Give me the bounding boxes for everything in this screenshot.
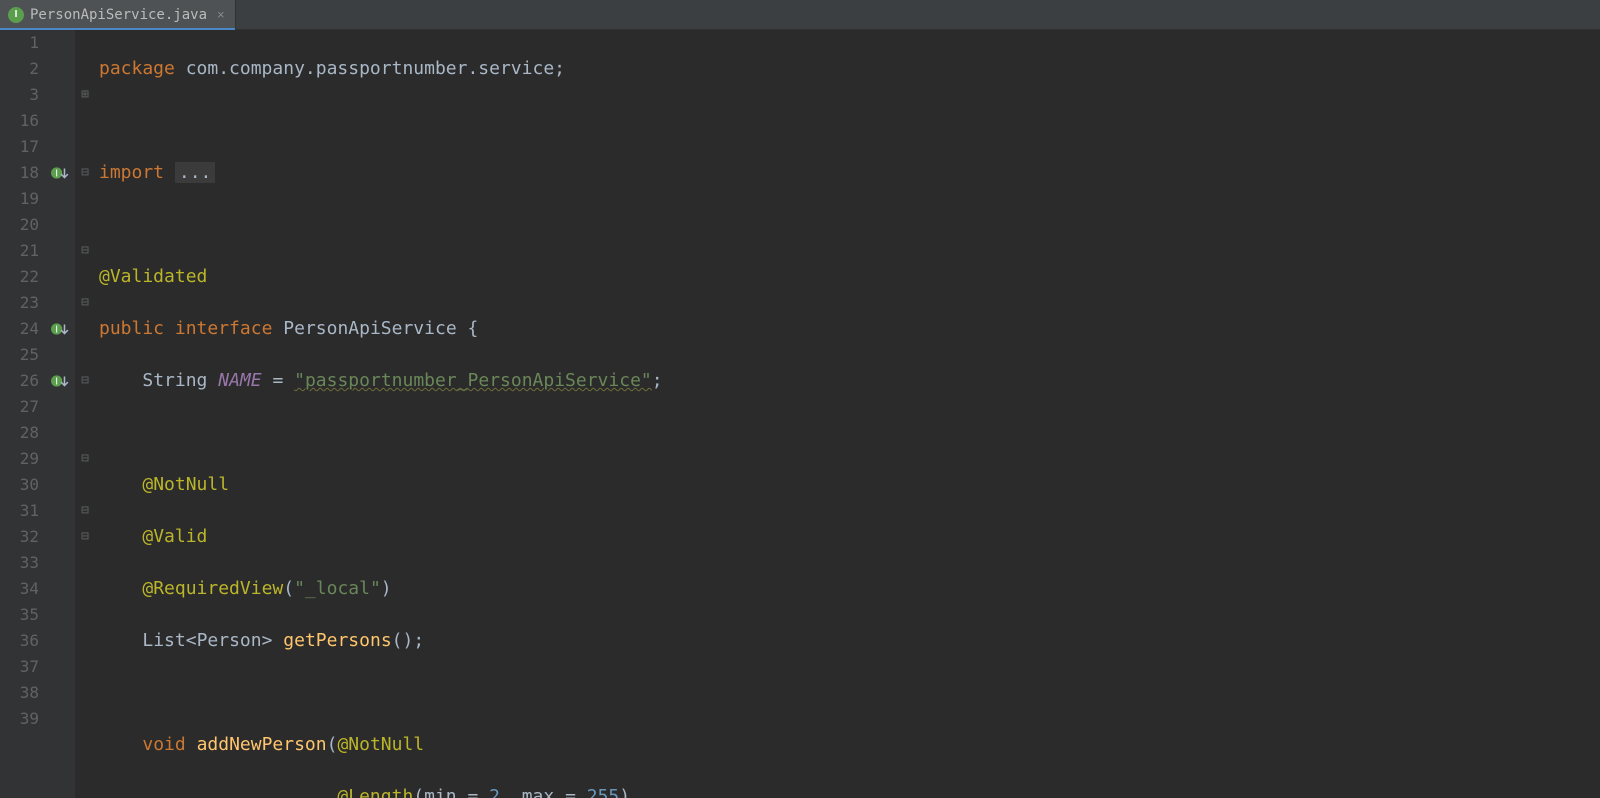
line-number: 20 — [0, 212, 39, 238]
svg-text:I: I — [55, 324, 58, 335]
line-number: 37 — [0, 654, 39, 680]
line-number: 34 — [0, 576, 39, 602]
fold-collapse-icon[interactable]: ⊟ — [75, 368, 95, 394]
line-number: 2 — [0, 56, 39, 82]
line-number: 36 — [0, 628, 39, 654]
line-number: 27 — [0, 394, 39, 420]
code-line: @NotNull — [99, 472, 1600, 498]
code-editor[interactable]: 1 2 3 16 17 18 19 20 21 22 23 24 25 26 2… — [0, 30, 1600, 798]
line-number: 30 — [0, 472, 39, 498]
line-number: 17 — [0, 134, 39, 160]
fold-collapse-icon[interactable]: ⊟ — [75, 238, 95, 264]
implemented-marker-icon[interactable]: I — [50, 163, 70, 183]
line-number: 39 — [0, 706, 39, 732]
line-number: 29 — [0, 446, 39, 472]
line-number: 1 — [0, 30, 39, 56]
line-number: 33 — [0, 550, 39, 576]
code-line: @RequiredView("_local") — [99, 576, 1600, 602]
code-line: package com.company.passportnumber.servi… — [99, 56, 1600, 82]
interface-icon: I — [8, 7, 24, 23]
line-number: 23 — [0, 290, 39, 316]
line-number: 19 — [0, 186, 39, 212]
fold-collapse-icon[interactable]: ⊟ — [75, 160, 95, 186]
implemented-marker-icon[interactable]: I — [50, 319, 70, 339]
line-number: 32 — [0, 524, 39, 550]
line-number: 31 — [0, 498, 39, 524]
code-line — [99, 420, 1600, 446]
line-number: 26 — [0, 368, 39, 394]
fold-collapse-icon[interactable]: ⊟ — [75, 524, 95, 550]
tab-filename: PersonApiService.java — [30, 7, 207, 23]
code-line: public interface PersonApiService { — [99, 316, 1600, 342]
code-line: @Validated — [99, 264, 1600, 290]
tab-bar: I PersonApiService.java × — [0, 0, 1600, 30]
editor-tab[interactable]: I PersonApiService.java × — [0, 0, 236, 29]
code-line: import ... — [99, 160, 1600, 186]
line-number: 16 — [0, 108, 39, 134]
line-number: 25 — [0, 342, 39, 368]
line-number: 18 — [0, 160, 39, 186]
close-icon[interactable]: × — [217, 7, 225, 22]
fold-gutter: ⊞ ⊟ ⊟ ⊟ ⊟ ⊟ ⊟ ⊟ — [75, 30, 95, 798]
line-number-gutter: 1 2 3 16 17 18 19 20 21 22 23 24 25 26 2… — [0, 30, 47, 798]
code-line — [99, 212, 1600, 238]
code-line: @Valid — [99, 524, 1600, 550]
line-number: 24 — [0, 316, 39, 342]
svg-text:I: I — [55, 168, 58, 179]
code-line: void addNewPerson(@NotNull — [99, 732, 1600, 758]
code-line: String NAME = "passportnumber_PersonApiS… — [99, 368, 1600, 394]
line-number: 3 — [0, 82, 39, 108]
code-line: List<Person> getPersons(); — [99, 628, 1600, 654]
line-number: 28 — [0, 420, 39, 446]
line-number: 38 — [0, 680, 39, 706]
fold-collapse-icon[interactable]: ⊟ — [75, 290, 95, 316]
code-area[interactable]: package com.company.passportnumber.servi… — [95, 30, 1600, 798]
line-number: 22 — [0, 264, 39, 290]
implemented-marker-icon[interactable]: I — [50, 371, 70, 391]
fold-collapse-icon[interactable]: ⊟ — [75, 498, 95, 524]
fold-expand-icon[interactable]: ⊞ — [75, 82, 95, 108]
fold-collapse-icon[interactable]: ⊟ — [75, 446, 95, 472]
line-number: 21 — [0, 238, 39, 264]
line-number: 35 — [0, 602, 39, 628]
code-line — [99, 680, 1600, 706]
marker-gutter: I I I — [47, 30, 75, 798]
code-line: @Length(min = 2, max = 255) — [99, 784, 1600, 798]
svg-text:I: I — [55, 376, 58, 387]
code-line — [99, 108, 1600, 134]
